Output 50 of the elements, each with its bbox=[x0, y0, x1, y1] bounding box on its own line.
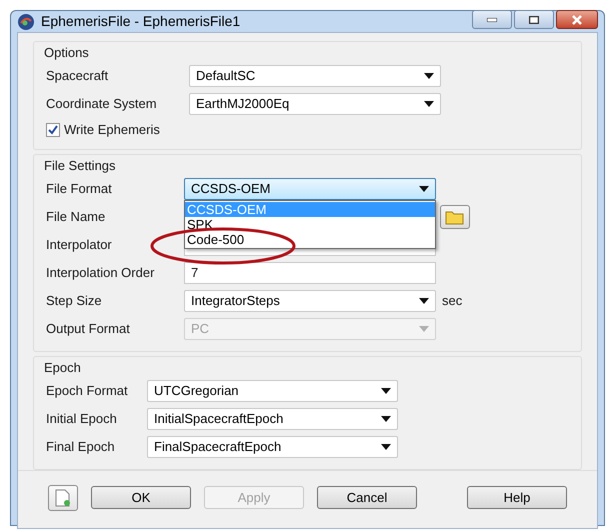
new-document-icon bbox=[55, 488, 71, 506]
checkbox[interactable] bbox=[46, 122, 60, 136]
field-label: Step Size bbox=[46, 292, 103, 310]
group-title: File Settings bbox=[44, 157, 117, 175]
dropdown-caret-icon bbox=[381, 416, 391, 422]
browse-button[interactable] bbox=[440, 205, 470, 229]
dropdown-caret-icon bbox=[381, 444, 391, 450]
dropdown-caret-icon bbox=[424, 101, 434, 107]
field-label: Epoch Format bbox=[46, 382, 129, 400]
field-label: Interpolator bbox=[46, 236, 113, 254]
dropdown-caret-icon bbox=[424, 73, 434, 79]
field-label: Spacecraft bbox=[46, 67, 110, 86]
unit-label: sec bbox=[442, 292, 462, 310]
group-title: Options bbox=[44, 44, 90, 62]
dropdown-option[interactable]: Code-500 bbox=[185, 232, 435, 247]
dropdown-caret-icon bbox=[419, 298, 429, 304]
maximize-button[interactable] bbox=[514, 10, 554, 29]
dropdown-field[interactable]: IntegratorSteps bbox=[184, 290, 436, 312]
dropdown-caret-icon bbox=[419, 186, 429, 192]
close-icon bbox=[571, 14, 583, 24]
field-label: Coordinate System bbox=[46, 95, 158, 114]
dropdown-option[interactable]: SPK bbox=[185, 217, 435, 232]
dropdown-field[interactable]: UTCGregorian bbox=[147, 380, 398, 402]
app-logo-icon bbox=[17, 12, 35, 30]
field-label: File Format bbox=[46, 180, 113, 198]
field-label: Initial Epoch bbox=[46, 410, 118, 428]
dropdown-field[interactable]: EarthMJ2000Eq bbox=[189, 93, 441, 115]
minimize-icon bbox=[487, 18, 497, 22]
dialog-button[interactable]: Help bbox=[467, 486, 567, 509]
dropdown-field[interactable]: FinalSpacecraftEpoch bbox=[147, 436, 398, 458]
dropdown-field[interactable]: DefaultSC bbox=[189, 65, 441, 87]
group-title: Epoch bbox=[44, 359, 82, 377]
folder-icon bbox=[445, 210, 465, 224]
minimize-button[interactable] bbox=[472, 10, 512, 29]
field-label: Interpolation Order bbox=[46, 264, 156, 282]
dialog-button[interactable]: Cancel bbox=[317, 486, 417, 509]
dialog-button[interactable]: OK bbox=[91, 486, 191, 509]
checkbox-label: Write Ephemeris bbox=[64, 120, 160, 139]
dropdown-field[interactable]: InitialSpacecraftEpoch bbox=[147, 408, 398, 430]
dropdown-caret-icon bbox=[381, 388, 391, 394]
window-title: EphemerisFile - EphemerisFile1 bbox=[41, 12, 240, 31]
new-file-button[interactable] bbox=[48, 484, 78, 510]
field-label: Final Epoch bbox=[46, 438, 116, 456]
dropdown-caret-icon bbox=[419, 326, 429, 332]
field-label: File Name bbox=[46, 208, 106, 226]
text-field[interactable]: 7 bbox=[184, 262, 436, 284]
dropdown-field[interactable]: CCSDS-OEM bbox=[184, 178, 436, 200]
close-button[interactable] bbox=[556, 10, 598, 29]
field-label: Output Format bbox=[46, 320, 131, 338]
maximize-icon bbox=[529, 16, 539, 24]
